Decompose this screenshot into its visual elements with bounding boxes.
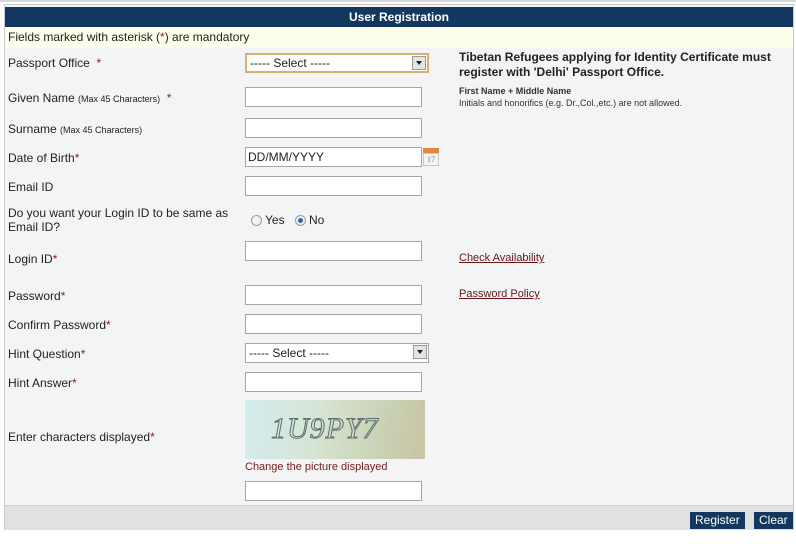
confirm-password-input[interactable] bbox=[245, 314, 422, 334]
email-input[interactable] bbox=[245, 176, 422, 196]
radio-button-selected[interactable] bbox=[295, 214, 306, 226]
passport-office-label: Passport Office * bbox=[8, 56, 102, 70]
clear-button[interactable]: Clear bbox=[754, 512, 793, 529]
login-same-label: Do you want your Login ID to be same as … bbox=[8, 206, 229, 234]
hint-answer-label: Hint Answer* bbox=[8, 376, 77, 390]
password-policy-link[interactable]: Password Policy bbox=[459, 288, 540, 300]
register-button[interactable]: Register bbox=[690, 512, 745, 529]
captcha-label: Enter characters displayed* bbox=[8, 430, 155, 444]
hint-question-select[interactable]: ----- Select ----- bbox=[245, 343, 429, 363]
given-name-help: First Name + Middle Name Initials and hon… bbox=[459, 86, 683, 108]
registration-form: User Registration Fields marked with ast… bbox=[4, 4, 794, 530]
top-border bbox=[0, 0, 796, 2]
chevron-down-icon[interactable] bbox=[413, 345, 427, 359]
confirm-password-label: Confirm Password* bbox=[8, 318, 111, 332]
tibetan-refugee-note: Tibetan Refugees applying for Identity C… bbox=[459, 50, 771, 79]
login-id-label: Login ID* bbox=[8, 252, 58, 266]
surname-input[interactable] bbox=[245, 118, 422, 138]
form-footer: Register Clear bbox=[5, 505, 793, 530]
password-label: Password* bbox=[8, 289, 66, 303]
mandatory-notice: Fields marked with asterisk (*) are mand… bbox=[5, 27, 793, 48]
email-label: Email ID bbox=[8, 180, 54, 194]
chevron-down-icon[interactable] bbox=[412, 56, 426, 70]
given-name-label: Given Name (Max 45 Characters) * bbox=[8, 91, 172, 105]
captcha-image: 1U9PY7 bbox=[245, 400, 425, 459]
change-picture-link[interactable]: Change the picture displayed bbox=[245, 461, 387, 473]
radio-yes[interactable]: Yes bbox=[251, 213, 285, 227]
radio-no[interactable]: No bbox=[295, 213, 324, 227]
surname-label: Surname (Max 45 Characters) bbox=[8, 122, 143, 136]
hint-answer-input[interactable] bbox=[245, 372, 422, 392]
given-name-input[interactable] bbox=[245, 87, 422, 107]
form-title: User Registration bbox=[5, 7, 793, 27]
check-availability-link[interactable]: Check Availability bbox=[459, 252, 544, 264]
radio-button[interactable] bbox=[251, 214, 262, 226]
passport-office-select[interactable]: ----- Select ----- bbox=[245, 53, 429, 73]
dob-input[interactable] bbox=[245, 147, 422, 167]
password-input[interactable] bbox=[245, 285, 422, 305]
calendar-icon[interactable]: 17 bbox=[423, 148, 439, 166]
dob-label: Date of Birth* bbox=[8, 151, 80, 165]
login-id-input[interactable] bbox=[245, 241, 422, 261]
captcha-input[interactable] bbox=[245, 481, 422, 501]
hint-question-label: Hint Question* bbox=[8, 347, 86, 361]
